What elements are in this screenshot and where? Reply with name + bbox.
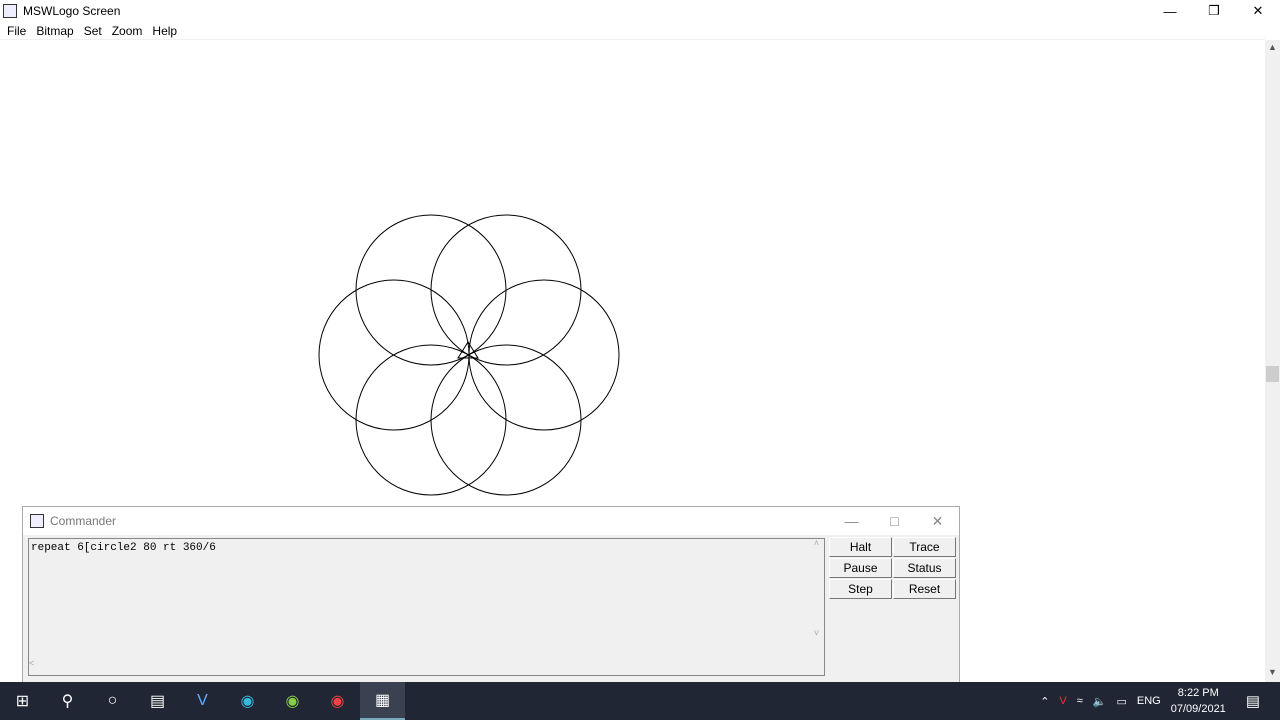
restore-button[interactable]: ❐: [1192, 0, 1236, 22]
status-button[interactable]: Status: [893, 558, 956, 578]
show-hidden-icons-icon[interactable]: ⌃: [1040, 695, 1049, 708]
edge-icon[interactable]: ◉: [225, 682, 270, 720]
taskbar: ⊞ ⚲ ○ ▤ V ◉ ◉ ◉ ▦ ⌃ V ≈ 🔈 ▭ ENG 8:22 PM …: [0, 682, 1280, 720]
reset-button[interactable]: Reset: [893, 579, 956, 599]
commander-close-button[interactable]: ✕: [916, 507, 959, 535]
commander-icon: [30, 514, 44, 528]
app-green-icon[interactable]: ◉: [270, 682, 315, 720]
clock[interactable]: 8:22 PM 07/09/2021: [1171, 685, 1226, 717]
volume-icon[interactable]: 🔈: [1093, 695, 1107, 708]
scroll-up-icon[interactable]: ▲: [1265, 42, 1280, 57]
time: 8:22 PM: [1177, 687, 1219, 699]
scroll-down-icon[interactable]: ▼: [1265, 667, 1280, 682]
menu-help[interactable]: Help: [147, 22, 182, 39]
vertical-scrollbar[interactable]: ▲ ▼: [1265, 40, 1280, 682]
task-view-icon[interactable]: ▤: [135, 682, 180, 720]
pause-button[interactable]: Pause: [829, 558, 892, 578]
close-button[interactable]: ✕: [1236, 0, 1280, 22]
halt-button[interactable]: Halt: [829, 537, 892, 557]
step-button[interactable]: Step: [829, 579, 892, 599]
trace-button[interactable]: Trace: [893, 537, 956, 557]
commander-title: Commander: [50, 514, 117, 528]
menu-set[interactable]: Set: [79, 22, 107, 39]
minimize-button[interactable]: —: [1148, 0, 1192, 22]
title-bar: MSWLogo Screen — ❐ ✕: [0, 0, 1280, 22]
window-title: MSWLogo Screen: [23, 4, 121, 18]
mswlogo-icon: [3, 4, 17, 18]
history-horizontal-scrollbar[interactable]: <: [29, 659, 809, 675]
antivirus-icon[interactable]: V: [1059, 695, 1066, 707]
wifi-icon[interactable]: ≈: [1077, 695, 1083, 707]
commander-minimize-button[interactable]: —: [830, 507, 873, 535]
language-indicator[interactable]: ENG: [1137, 695, 1161, 707]
history-vertical-scrollbar[interactable]: ˄ ˅: [809, 539, 824, 659]
app-v-icon[interactable]: V: [180, 682, 225, 720]
menu-bar: File Bitmap Set Zoom Help: [0, 22, 1265, 40]
command-text: repeat 6[circle2 80 rt 360/6: [31, 542, 216, 554]
command-history-input[interactable]: repeat 6[circle2 80 rt 360/6 ˄ ˅ <: [28, 538, 825, 676]
commander-maximize-button[interactable]: □: [873, 507, 916, 535]
notifications-icon[interactable]: ▤: [1246, 692, 1260, 710]
menu-zoom[interactable]: Zoom: [107, 22, 148, 39]
search-icon[interactable]: ⚲: [45, 682, 90, 720]
chrome-icon[interactable]: ◉: [315, 682, 360, 720]
date: 07/09/2021: [1170, 703, 1226, 715]
mswlogo-taskbar-icon[interactable]: ▦: [360, 682, 405, 720]
cortana-icon[interactable]: ○: [90, 682, 135, 720]
menu-file[interactable]: File: [2, 22, 31, 39]
battery-icon[interactable]: ▭: [1117, 695, 1127, 708]
scroll-thumb[interactable]: [1266, 366, 1279, 382]
commander-window: Commander — □ ✕ repeat 6[circle2 80 rt 3…: [22, 506, 960, 686]
menu-bitmap[interactable]: Bitmap: [31, 22, 78, 39]
windows-start-icon[interactable]: ⊞: [0, 682, 45, 720]
